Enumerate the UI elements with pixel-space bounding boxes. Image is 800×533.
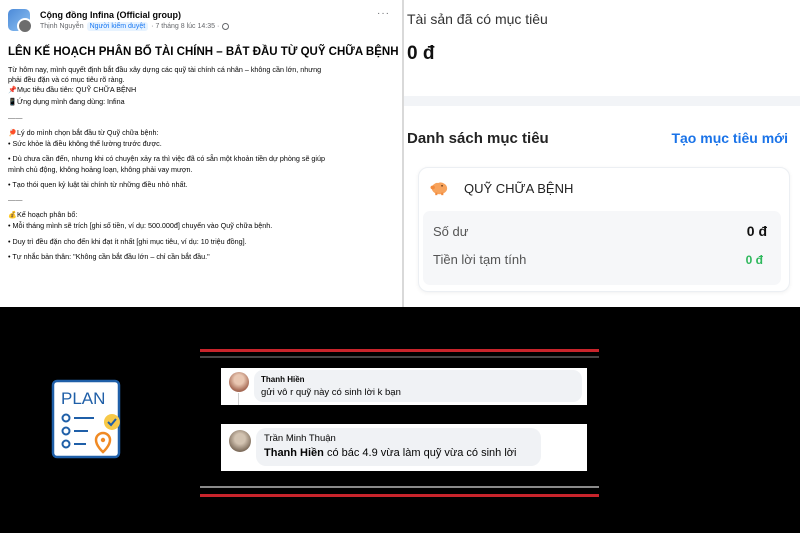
post-text-line: • Dù chưa cần đến, nhưng khi có chuyện x… (8, 154, 326, 164)
post-app-line: 📱Ứng dụng mình đang dùng: Infina (8, 97, 392, 108)
comment-bubble: Trần Minh Thuận Thanh Hiền có bác 4.9 vừ… (256, 428, 541, 466)
post-text-line: phải đều đặn và có mục tiêu rõ ràng. (8, 75, 125, 85)
plan-label: PLAN (61, 389, 105, 408)
goal-details: Số dư 0 đ Tiền lời tạm tính 0 đ (423, 211, 781, 285)
frame-line-grey (200, 356, 599, 358)
interest-label: Tiền lời tạm tính (433, 252, 527, 267)
avatar[interactable] (229, 372, 249, 392)
comment-text: Thanh Hiền có bác 4.9 vừa làm quỹ vừa có… (264, 447, 517, 459)
commenter-name[interactable]: Thanh Hiền (261, 375, 305, 384)
thread-line (238, 393, 239, 405)
post-text-line: • Sức khỏe là điều không thể lường trước… (8, 139, 162, 149)
create-goal-link[interactable]: Tạo mục tiêu mới (671, 130, 788, 146)
balance-value: 0 đ (746, 223, 767, 239)
frame-line-red (200, 349, 599, 352)
group-avatar-stack[interactable] (8, 9, 34, 35)
mention-link[interactable]: Thanh Hiền (264, 447, 324, 459)
post-meta: Thịnh Nguyễn Người kiểm duyệt · 7 tháng … (40, 21, 377, 32)
frame-line-grey (200, 486, 599, 488)
plan-checklist-icon: PLAN (51, 379, 121, 459)
ping-pong-icon: 🏓 (8, 130, 17, 138)
separator-text: —— (8, 112, 23, 122)
money-bag-icon: 💰 (8, 212, 17, 220)
goal-name: QUỸ CHỮA BỆNH (464, 181, 574, 196)
globe-icon (222, 23, 230, 30)
goal-card[interactable]: QUỸ CHỮA BỆNH Số dư 0 đ Tiền lời tạm tín… (418, 167, 790, 292)
post-header-text: Cộng đồng Infina (Official group) Thịnh … (40, 9, 377, 32)
post-text-line: • Tạo thói quen kỷ luật tài chính từ nhữ… (8, 179, 188, 189)
assets-label: Tài sản đã có mục tiêu (407, 11, 548, 27)
pushpin-icon: 📌 (8, 87, 17, 95)
post-text-line: • Tự nhắc bản thân: "Không cần bắt đầu l… (8, 251, 210, 261)
post-text-line: Từ hôm nay, mình quyết định bắt đầu xây … (8, 65, 322, 74)
avatar[interactable] (229, 430, 251, 452)
comment-item: Trần Minh Thuận Thanh Hiền có bác 4.9 vừ… (221, 424, 587, 471)
author-name-link[interactable]: Thịnh Nguyễn (40, 21, 84, 32)
post-body: Từ hôm nay, mình quyết định bắt đầu xây … (8, 65, 392, 262)
post-header: Cộng đồng Infina (Official group) Thịnh … (8, 9, 392, 41)
facebook-post: Cộng đồng Infina (Official group) Thịnh … (0, 0, 402, 307)
phone-icon: 📱 (8, 98, 17, 106)
group-name-link[interactable]: Cộng đồng Infina (Official group) (40, 9, 377, 21)
comment-item: Thanh Hiền gửi vô r quỹ này có sinh lời … (221, 368, 587, 405)
more-options-icon[interactable]: ··· (377, 9, 390, 19)
separator-text: —— (8, 195, 23, 205)
moderator-badge: Người kiểm duyệt (86, 22, 149, 31)
piggy-bank-icon (430, 181, 448, 196)
post-reason-title: 🏓Lý do mình chọn bắt đầu từ Quỹ chữa bện… (8, 128, 392, 139)
assets-value: 0 đ (407, 43, 435, 64)
finance-app-panel: Tài sản đã có mục tiêu 0 đ Danh sách mục… (404, 0, 800, 307)
post-text-line: • Duy trì đều đặn cho đến khi đạt ít nhấ… (8, 236, 247, 246)
goal-list-title: Danh sách mục tiêu (407, 130, 549, 147)
post-text-line: • Mỗi tháng mình sẽ trích [ghi số tiền, … (8, 221, 273, 231)
commenter-name[interactable]: Trần Minh Thuận (264, 433, 336, 444)
post-plan-title: 💰Kế hoạch phân bổ: (8, 210, 392, 221)
author-avatar[interactable] (17, 18, 33, 34)
balance-label: Số dư (433, 224, 469, 239)
post-title: LÊN KẾ HOẠCH PHÂN BỔ TÀI CHÍNH – BẮT ĐẦU… (8, 46, 402, 58)
section-separator (404, 96, 800, 106)
post-text-line: mình chủ động, không hoảng loạn, không p… (8, 164, 193, 174)
comment-bubble: Thanh Hiền gửi vô r quỹ này có sinh lời … (254, 370, 582, 402)
frame-line-red (200, 494, 599, 497)
comment-text: gửi vô r quỹ này có sinh lời k bạn (261, 387, 401, 398)
interest-value: 0 đ (745, 253, 763, 267)
post-goal-line: 📌Mục tiêu đầu tiên: QUỸ CHỮA BỆNH (8, 85, 392, 96)
post-time-link[interactable]: · 7 tháng 8 lúc 14:35 · (151, 21, 219, 32)
